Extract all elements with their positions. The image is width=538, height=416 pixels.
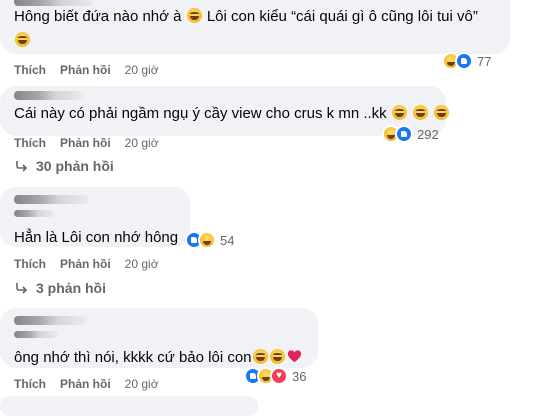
replies-count-label: 30 phản hồi xyxy=(36,158,114,174)
reaction-count: 292 xyxy=(417,126,439,142)
comment-text: ông nhớ thì nói, kkkk cứ bảo lôi con xyxy=(14,348,302,368)
commenter-name[interactable] xyxy=(14,195,89,204)
commenter-name[interactable] xyxy=(14,316,86,325)
comment-actions: Thích Phản hồi 20 giờ xyxy=(14,257,159,271)
reply-link[interactable]: Phản hồi xyxy=(60,377,111,391)
comment-bubble-next xyxy=(0,396,258,416)
comment-text-line2 xyxy=(14,31,31,51)
comment-timestamp[interactable]: 20 giờ xyxy=(125,257,159,271)
laughing-emoji-icon xyxy=(15,32,30,47)
like-reaction-icon xyxy=(455,52,473,70)
reaction-count: 54 xyxy=(220,232,235,248)
like-link[interactable]: Thích xyxy=(14,136,46,150)
reaction-summary[interactable]: 54 xyxy=(185,230,234,250)
like-link[interactable]: Thích xyxy=(14,257,46,271)
comment-text-content: Hẳn là Lôi con nhớ hông xyxy=(14,229,179,246)
replies-count-label: 3 phản hồi xyxy=(36,280,106,296)
comment-actions: Thích Phản hồi 20 giờ xyxy=(14,63,159,77)
comment-text: Hông biết đứa nào nhớ à Lôi con kiểu “cá… xyxy=(14,7,478,27)
reaction-summary[interactable]: 77 xyxy=(442,51,491,71)
like-reaction-icon xyxy=(395,125,413,143)
reaction-summary[interactable]: 36 xyxy=(244,366,306,386)
laughing-emoji-icon xyxy=(413,105,429,120)
comment-timestamp[interactable]: 20 giờ xyxy=(125,136,159,150)
reply-link[interactable]: Phản hồi xyxy=(60,136,111,150)
comment-text-content: Cái này có phải ngầm ngụ ý cầy view cho … xyxy=(14,105,387,122)
comment-text: Cái này có phải ngầm ngụ ý cầy view cho … xyxy=(14,104,450,124)
comment-text: Hẳn là Lôi con nhớ hông xyxy=(14,228,178,248)
laughing-emoji-icon xyxy=(434,105,450,120)
reply-link[interactable]: Phản hồi xyxy=(60,257,111,271)
laughing-emoji-icon xyxy=(391,105,407,120)
comment-actions: Thích Phản hồi 20 giờ xyxy=(14,377,159,391)
commenter-subtitle xyxy=(14,331,58,338)
comment-timestamp[interactable]: 20 giờ xyxy=(125,63,159,77)
laughing-emoji-icon xyxy=(269,349,285,364)
like-link[interactable]: Thích xyxy=(14,377,46,391)
comment-timestamp[interactable]: 20 giờ xyxy=(125,377,159,391)
reply-arrow-icon xyxy=(16,283,28,294)
reply-link[interactable]: Phản hồi xyxy=(60,63,111,77)
comment-text-content: ông nhớ thì nói, kkkk cứ bảo lôi con xyxy=(14,349,252,366)
view-replies-link[interactable]: 30 phản hồi xyxy=(16,158,114,174)
like-link[interactable]: Thích xyxy=(14,63,46,77)
love-reaction-icon xyxy=(270,367,288,385)
heart-emoji-icon xyxy=(287,350,301,363)
comment-text-line1b: Lôi con kiểu “cái quái gì ô cũng lôi tui… xyxy=(206,8,478,25)
laughing-emoji-icon xyxy=(186,8,202,23)
reply-arrow-icon xyxy=(16,161,28,172)
commenter-name[interactable] xyxy=(14,91,84,100)
commenter-subtitle xyxy=(14,210,54,217)
laughing-emoji-icon xyxy=(252,349,268,364)
comment-actions: Thích Phản hồi 20 giờ xyxy=(14,136,159,150)
reaction-summary[interactable]: 292 xyxy=(382,124,439,144)
haha-reaction-icon xyxy=(198,231,216,249)
view-replies-link[interactable]: 3 phản hồi xyxy=(16,280,106,296)
commenter-name[interactable] xyxy=(14,0,94,6)
reaction-count: 77 xyxy=(477,53,492,69)
reaction-count: 36 xyxy=(292,368,307,384)
comment-text-line1: Hông biết đứa nào nhớ à xyxy=(14,8,182,25)
